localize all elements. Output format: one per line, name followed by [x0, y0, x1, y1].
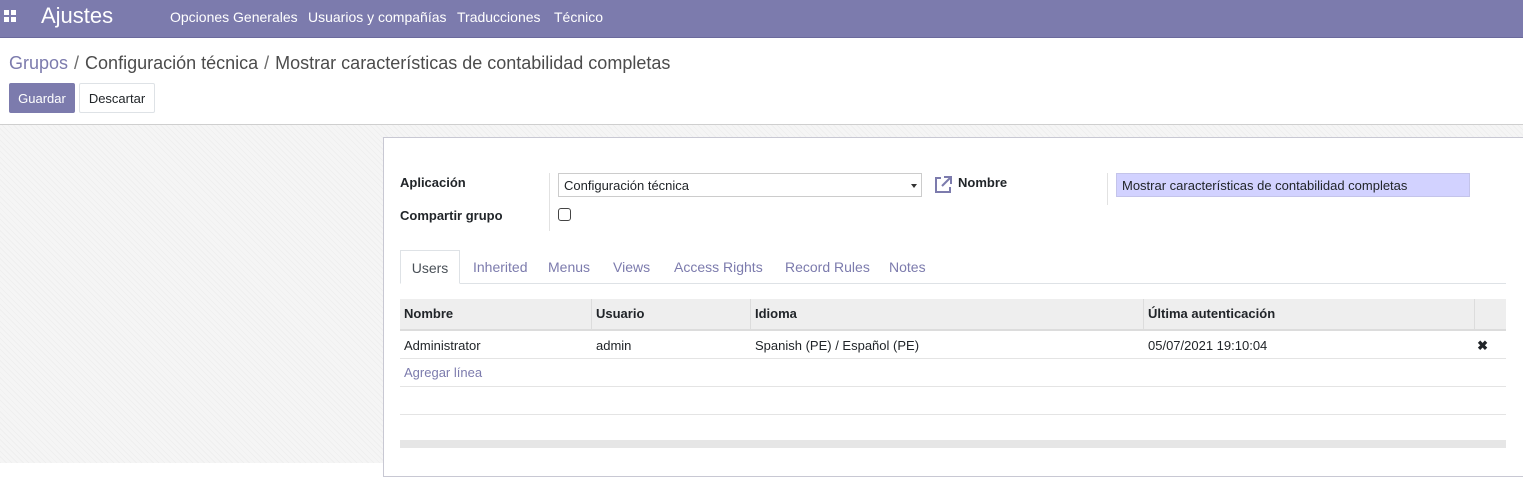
apps-grid-icon[interactable] [4, 10, 17, 23]
tab-record-rules[interactable]: Record Rules [785, 250, 870, 283]
empty-row [400, 387, 1506, 415]
cell-idioma: Spanish (PE) / Español (PE) [755, 338, 920, 353]
control-panel: Grupos / Configuración técnica / Mostrar car… [0, 38, 1523, 125]
form-content-area: Aplicación Compartir grupo Configuración… [0, 125, 1523, 477]
tab-users[interactable]: Users [400, 250, 460, 284]
breadcrumb-separator: / [74, 53, 80, 73]
menu-traducciones[interactable]: Traducciones [457, 9, 541, 25]
empty-row [400, 359, 1506, 387]
table-footer [400, 440, 1506, 448]
column-header-nombre[interactable]: Nombre [400, 299, 592, 329]
application-select[interactable]: Configuración técnica [558, 173, 922, 197]
cell-nombre: Administrator [404, 338, 481, 353]
discard-button[interactable]: Descartar [79, 83, 155, 113]
cell-ultima-autenticacion: 05/07/2021 19:10:04 [1148, 338, 1268, 353]
cell-usuario: admin [596, 338, 632, 353]
tab-inherited[interactable]: Inherited [473, 250, 527, 283]
name-field[interactable]: Mostrar características de contabilidad … [1116, 173, 1470, 197]
breadcrumb-separator: / [264, 53, 270, 73]
column-header-idioma[interactable]: Idioma [751, 299, 1144, 329]
delete-row-icon[interactable]: ✖ [1477, 338, 1488, 354]
menu-opciones-generales[interactable]: Opciones Generales [170, 9, 298, 25]
breadcrumb-grupos[interactable]: Grupos [9, 53, 68, 73]
table-header: Nombre Usuario Idioma Última autenticaci… [400, 299, 1506, 331]
column-header-usuario[interactable]: Usuario [592, 299, 751, 329]
external-link-icon[interactable] [933, 175, 953, 195]
tab-menus[interactable]: Menus [548, 250, 590, 283]
share-group-label: Compartir grupo [400, 208, 503, 223]
application-select-value: Configuración técnica [564, 178, 690, 193]
tab-notes[interactable]: Notes [889, 250, 926, 283]
name-label: Nombre [958, 175, 1008, 190]
field-divider [549, 173, 550, 231]
field-divider [1107, 173, 1108, 205]
application-label: Aplicación [400, 175, 466, 190]
menu-tecnico[interactable]: Técnico [554, 9, 603, 25]
save-button[interactable]: Guardar [9, 83, 75, 113]
form-sheet: Aplicación Compartir grupo Configuración… [383, 137, 1523, 477]
tab-access-rights[interactable]: Access Rights [674, 250, 763, 283]
app-title: Ajustes [41, 3, 114, 28]
top-navbar: Ajustes Opciones Generales Usuarios y co… [0, 0, 1523, 38]
menu-usuarios-companias[interactable]: Usuarios y compañías [308, 9, 447, 25]
table-row[interactable]: Administrator admin Spanish (PE) / Españ… [400, 331, 1506, 359]
notebook-tabs: Users Inherited Menus Views Access Right… [400, 250, 1506, 284]
caret-down-icon [911, 184, 917, 188]
breadcrumb-configuracion-tecnica: Configuración técnica [85, 53, 259, 73]
share-group-checkbox[interactable] [558, 208, 571, 221]
breadcrumb-current-record: Mostrar características de contabilidad … [275, 53, 671, 73]
breadcrumb: Grupos / Configuración técnica / Mostrar car… [9, 52, 670, 74]
column-header-ultima-autenticacion[interactable]: Última autenticación [1144, 299, 1475, 329]
tab-views[interactable]: Views [613, 250, 650, 283]
